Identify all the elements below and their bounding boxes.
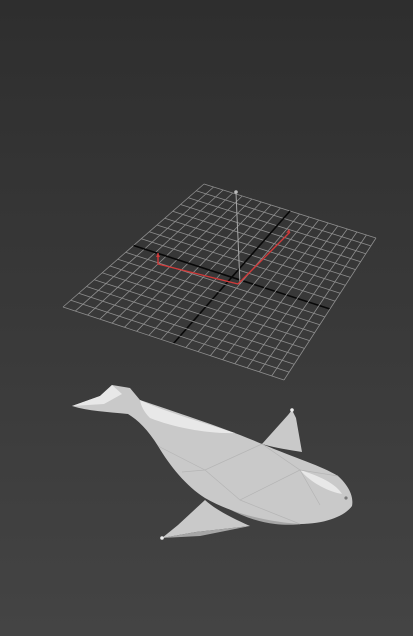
pectoral-tip-marker bbox=[160, 536, 164, 540]
fin-tip-marker bbox=[290, 408, 294, 412]
viewport-background bbox=[0, 0, 413, 636]
pivot-point-top bbox=[234, 190, 238, 194]
whale-eye bbox=[344, 496, 348, 500]
viewport-canvas[interactable] bbox=[0, 0, 413, 636]
3d-viewport[interactable] bbox=[0, 0, 413, 636]
